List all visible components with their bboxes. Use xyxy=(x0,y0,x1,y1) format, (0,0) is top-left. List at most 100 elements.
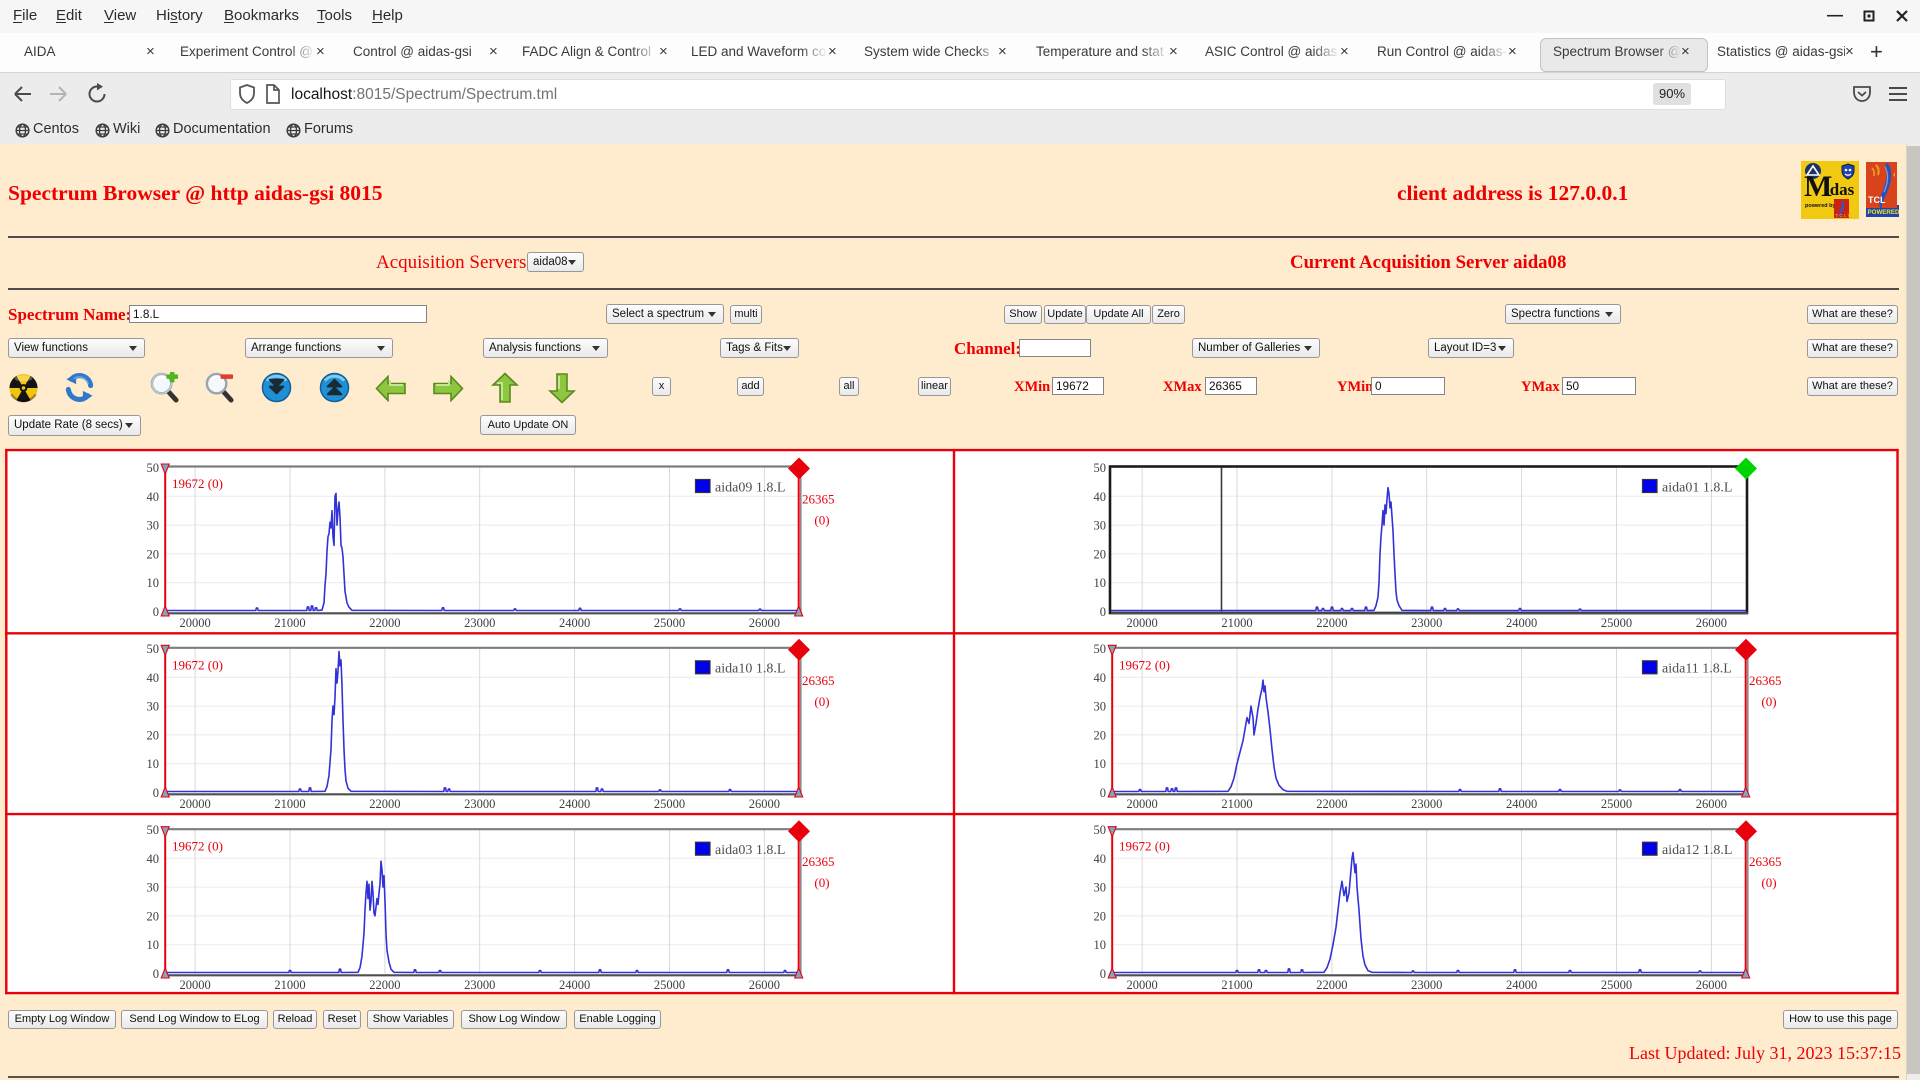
svg-text:idas: idas xyxy=(1825,180,1855,199)
svg-text:26000: 26000 xyxy=(749,978,780,992)
svg-text:0: 0 xyxy=(153,605,159,619)
svg-text:powered by: powered by xyxy=(1805,203,1837,209)
svg-text:30: 30 xyxy=(147,881,160,895)
svg-text:20000: 20000 xyxy=(1126,978,1157,992)
svg-text:(0): (0) xyxy=(814,875,829,890)
svg-text:0: 0 xyxy=(153,967,159,981)
svg-text:20: 20 xyxy=(147,728,160,742)
svg-text:20000: 20000 xyxy=(1126,797,1157,811)
svg-text:26000: 26000 xyxy=(1696,797,1727,811)
svg-text:21000: 21000 xyxy=(274,797,305,811)
svg-text:0: 0 xyxy=(1100,605,1106,619)
svg-text:20: 20 xyxy=(1094,909,1107,923)
svg-text:24000: 24000 xyxy=(559,616,590,630)
svg-text:24000: 24000 xyxy=(1506,616,1537,630)
svg-text:21000: 21000 xyxy=(1221,616,1252,630)
svg-text:20: 20 xyxy=(1094,728,1107,742)
svg-text:21000: 21000 xyxy=(1221,797,1252,811)
svg-text:24000: 24000 xyxy=(559,797,590,811)
svg-text:TCL: TCL xyxy=(1868,195,1886,205)
svg-text:23000: 23000 xyxy=(1411,978,1442,992)
svg-text:50: 50 xyxy=(147,642,160,656)
svg-text:22000: 22000 xyxy=(369,797,400,811)
svg-text:25000: 25000 xyxy=(1601,797,1632,811)
svg-text:POWERED: POWERED xyxy=(1868,209,1900,216)
svg-text:30: 30 xyxy=(1094,881,1107,895)
svg-text:25000: 25000 xyxy=(654,797,685,811)
svg-text:19672 (0): 19672 (0) xyxy=(1119,839,1170,854)
svg-text:10: 10 xyxy=(147,757,160,771)
svg-text:40: 40 xyxy=(147,852,160,866)
svg-text:26000: 26000 xyxy=(749,797,780,811)
svg-text:10: 10 xyxy=(1094,757,1107,771)
svg-text:22000: 22000 xyxy=(1316,797,1347,811)
svg-text:20: 20 xyxy=(147,909,160,923)
svg-text:22000: 22000 xyxy=(1316,616,1347,630)
svg-text:21000: 21000 xyxy=(274,978,305,992)
svg-text:25000: 25000 xyxy=(1601,978,1632,992)
svg-text:21000: 21000 xyxy=(274,616,305,630)
svg-text:23000: 23000 xyxy=(1411,616,1442,630)
svg-text:40: 40 xyxy=(1094,671,1107,685)
svg-text:aida12 1.8.L: aida12 1.8.L xyxy=(1662,843,1732,858)
svg-text:30: 30 xyxy=(147,519,160,533)
svg-text:(0): (0) xyxy=(814,513,829,528)
svg-text:40: 40 xyxy=(147,671,160,685)
svg-text:0: 0 xyxy=(1100,786,1106,800)
svg-text:40: 40 xyxy=(1094,852,1107,866)
svg-text:24000: 24000 xyxy=(1506,978,1537,992)
svg-text:25000: 25000 xyxy=(654,978,685,992)
svg-text:19672 (0): 19672 (0) xyxy=(172,657,223,672)
svg-text:23000: 23000 xyxy=(1411,797,1442,811)
svg-text:22000: 22000 xyxy=(1316,978,1347,992)
svg-text:23000: 23000 xyxy=(464,616,495,630)
svg-text:20000: 20000 xyxy=(179,978,210,992)
svg-text:26365: 26365 xyxy=(1749,673,1782,688)
svg-text:50: 50 xyxy=(1094,642,1107,656)
svg-text:23000: 23000 xyxy=(464,797,495,811)
svg-text:0: 0 xyxy=(1100,967,1106,981)
svg-text:50: 50 xyxy=(1094,461,1107,475)
svg-text:21000: 21000 xyxy=(1221,978,1252,992)
svg-text:30: 30 xyxy=(1094,700,1107,714)
svg-text:10: 10 xyxy=(147,576,160,590)
svg-text:50: 50 xyxy=(147,823,160,837)
svg-text:(0): (0) xyxy=(814,694,829,709)
svg-text:19672 (0): 19672 (0) xyxy=(172,839,223,854)
svg-text:10: 10 xyxy=(1094,576,1107,590)
svg-text:26000: 26000 xyxy=(1696,616,1727,630)
svg-text:26365: 26365 xyxy=(802,673,835,688)
svg-text:40: 40 xyxy=(147,490,160,504)
svg-text:aida09 1.8.L: aida09 1.8.L xyxy=(715,480,785,495)
svg-text:aida03 1.8.L: aida03 1.8.L xyxy=(715,843,785,858)
svg-text:aida01 1.8.L: aida01 1.8.L xyxy=(1662,480,1732,495)
svg-text:25000: 25000 xyxy=(1601,616,1632,630)
svg-text:20000: 20000 xyxy=(179,616,210,630)
svg-text:40: 40 xyxy=(1094,490,1107,504)
svg-text:20000: 20000 xyxy=(179,797,210,811)
svg-text:50: 50 xyxy=(147,461,160,475)
svg-text:20: 20 xyxy=(147,547,160,561)
svg-text:0: 0 xyxy=(153,786,159,800)
svg-text:26365: 26365 xyxy=(1749,854,1782,869)
svg-text:30: 30 xyxy=(1094,519,1107,533)
svg-text:19672 (0): 19672 (0) xyxy=(172,476,223,491)
svg-text:19672 (0): 19672 (0) xyxy=(1119,657,1170,672)
svg-text:24000: 24000 xyxy=(559,978,590,992)
svg-text:T C L T K: T C L T K xyxy=(1836,213,1855,218)
svg-text:24000: 24000 xyxy=(1506,797,1537,811)
svg-text:aida11 1.8.L: aida11 1.8.L xyxy=(1662,662,1732,677)
svg-text:(0): (0) xyxy=(1761,694,1776,709)
svg-text:30: 30 xyxy=(147,700,160,714)
svg-text:50: 50 xyxy=(1094,823,1107,837)
svg-text:23000: 23000 xyxy=(464,978,495,992)
svg-text:10: 10 xyxy=(1094,938,1107,952)
svg-text:22000: 22000 xyxy=(369,978,400,992)
svg-text:10: 10 xyxy=(147,938,160,952)
svg-text:20000: 20000 xyxy=(1126,616,1157,630)
svg-text:25000: 25000 xyxy=(654,616,685,630)
svg-text:22000: 22000 xyxy=(369,616,400,630)
svg-text:26000: 26000 xyxy=(749,616,780,630)
svg-text:aida10 1.8.L: aida10 1.8.L xyxy=(715,662,785,677)
svg-text:26365: 26365 xyxy=(802,492,835,507)
